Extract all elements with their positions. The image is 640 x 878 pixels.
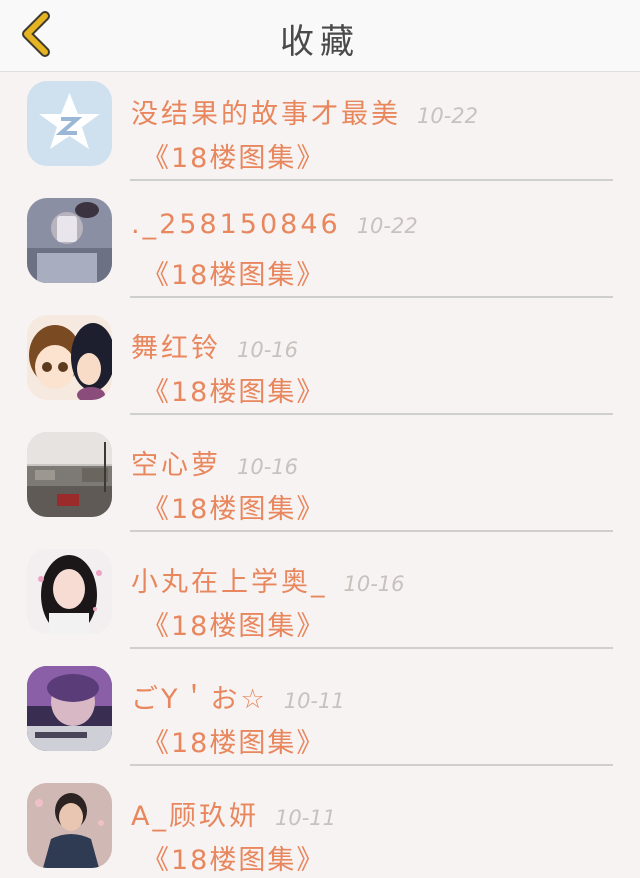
post-date: 10-11: [274, 806, 337, 830]
user-name: A_顾玖妍: [131, 801, 259, 832]
divider: [130, 179, 613, 181]
page-title: 收藏: [280, 22, 360, 62]
user-name: ごY＇お☆: [131, 684, 268, 715]
topic-link[interactable]: 《18楼图集》: [142, 721, 325, 760]
star-app-icon: [27, 81, 112, 166]
favorites-list: 没结果的故事才最美 10-22 《18楼图集》 ._258150846 10-2…: [0, 72, 640, 878]
topic-link[interactable]: 《18楼图集》: [142, 604, 325, 643]
avatar-photo: [27, 198, 112, 283]
list-item[interactable]: 没结果的故事才最美 10-22 《18楼图集》: [0, 72, 640, 189]
divider: [130, 764, 613, 766]
divider: [130, 413, 613, 415]
topic-link[interactable]: 《18楼图集》: [142, 136, 325, 175]
avatar-photo: [27, 432, 112, 517]
avatar-photo: [27, 549, 112, 634]
post-date: 10-16: [237, 338, 299, 362]
user-name: 空心萝: [131, 450, 221, 481]
user-name: 没结果的故事才最美: [131, 99, 401, 130]
top-bar: 收藏: [0, 0, 640, 72]
topic-link[interactable]: 《18楼图集》: [142, 487, 325, 526]
user-name: 小丸在上学奥_: [131, 567, 328, 598]
list-item[interactable]: ごY＇お☆ 10-11 《18楼图集》: [0, 657, 640, 774]
topic-link[interactable]: 《18楼图集》: [142, 370, 325, 409]
avatar-photo: [27, 315, 112, 400]
user-name: 舞红铃: [131, 333, 221, 364]
post-date: 10-11: [283, 689, 345, 713]
avatar-photo: [27, 666, 112, 751]
post-date: 10-16: [343, 572, 405, 596]
divider: [130, 296, 613, 298]
post-date: 10-16: [237, 455, 299, 479]
post-date: 10-22: [356, 214, 418, 238]
divider: [130, 530, 613, 532]
list-item[interactable]: 空心萝 10-16 《18楼图集》: [0, 423, 640, 540]
list-item[interactable]: A_顾玖妍 10-11 《18楼图集》: [0, 774, 640, 878]
post-date: 10-22: [417, 104, 479, 128]
list-item[interactable]: 小丸在上学奥_ 10-16 《18楼图集》: [0, 540, 640, 657]
user-name: ._258150846: [131, 209, 341, 240]
list-item[interactable]: 舞红铃 10-16 《18楼图集》: [0, 306, 640, 423]
list-item[interactable]: ._258150846 10-22 《18楼图集》: [0, 189, 640, 306]
topic-link[interactable]: 《18楼图集》: [142, 838, 325, 877]
avatar-photo: [27, 783, 112, 868]
divider: [130, 647, 613, 649]
topic-link[interactable]: 《18楼图集》: [142, 253, 325, 292]
